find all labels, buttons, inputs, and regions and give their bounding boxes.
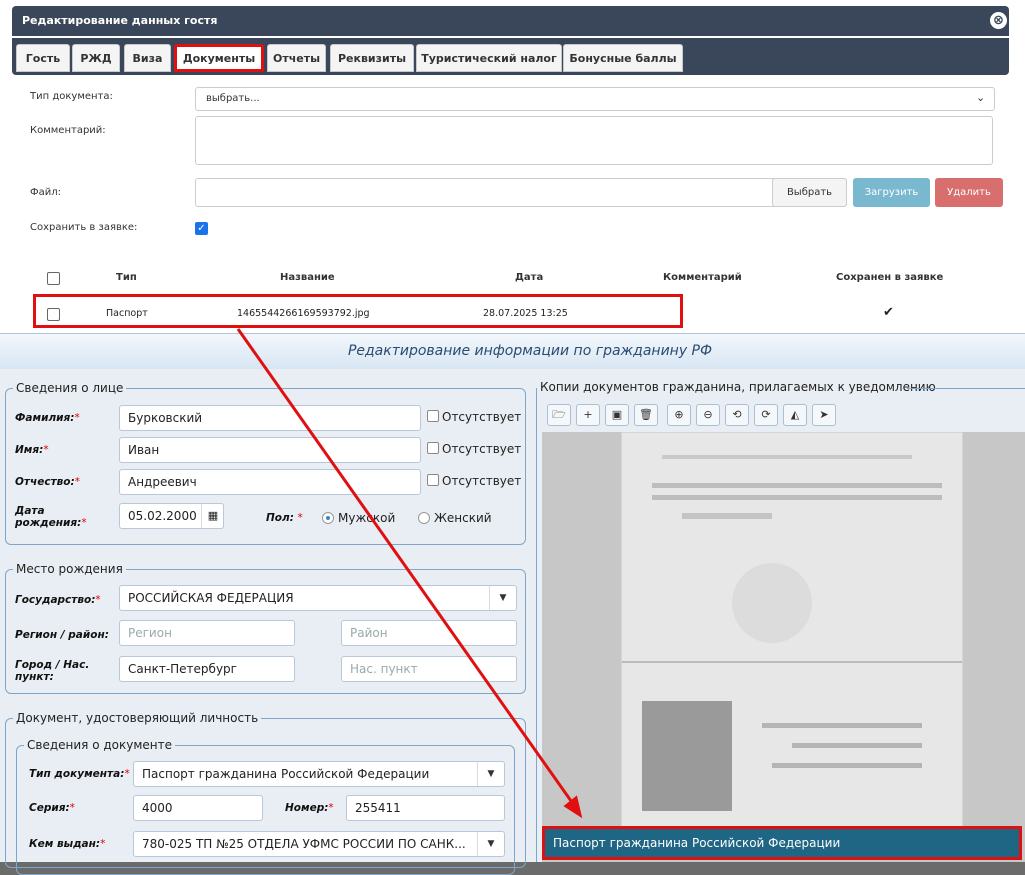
- annotation-arrow: [236, 328, 583, 819]
